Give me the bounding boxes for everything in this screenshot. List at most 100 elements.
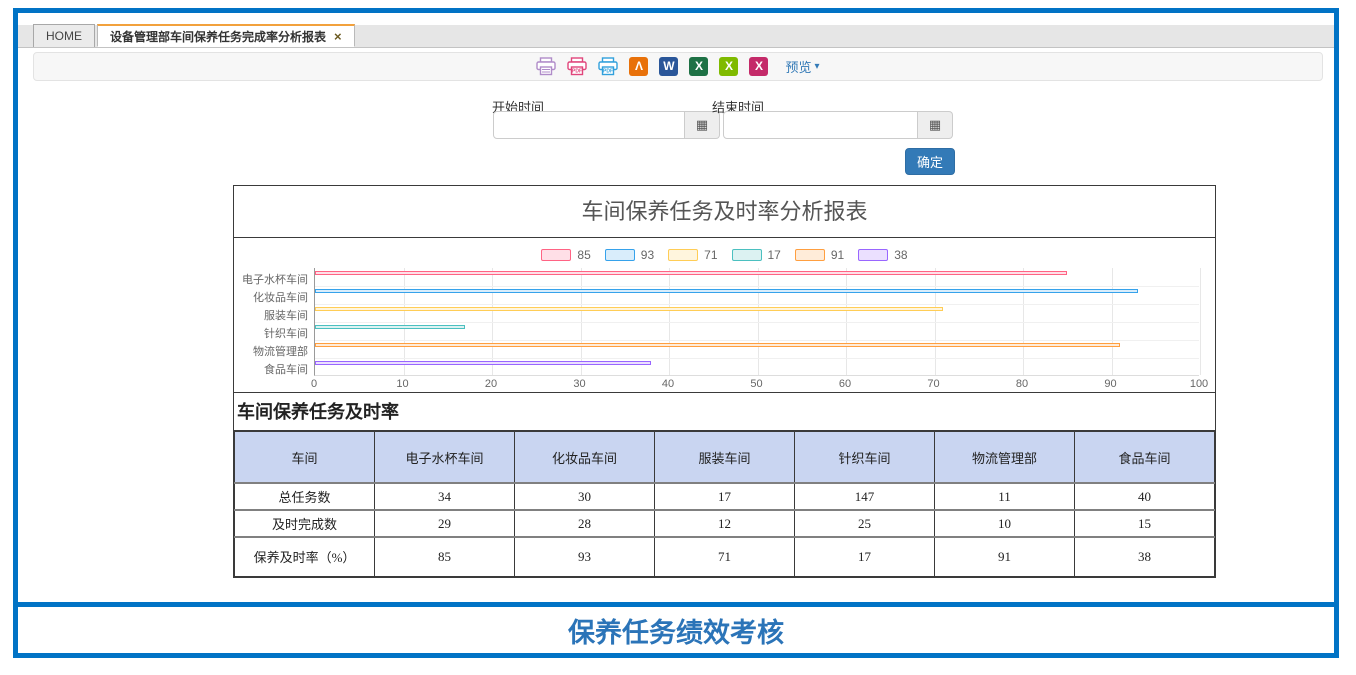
print-pdf-pink-icon[interactable]: PDF bbox=[567, 57, 587, 76]
table-row: 保养及时率（%）859371179138 bbox=[235, 537, 1215, 576]
report-table: 车间电子水杯车间化妆品车间服装车间针织车间物流管理部食品车间总任务数343017… bbox=[234, 430, 1215, 577]
section-title: 车间保养任务及时率 bbox=[234, 392, 1215, 430]
export-word-icon[interactable]: W bbox=[659, 57, 678, 76]
x-tick-label: 40 bbox=[662, 378, 674, 390]
export-excel2-icon[interactable]: X bbox=[719, 57, 738, 76]
table-header-cell: 电子水杯车间 bbox=[375, 431, 515, 483]
category-label: 食品车间 bbox=[264, 363, 308, 377]
chart-bar bbox=[315, 271, 1067, 275]
table-header-cell: 针织车间 bbox=[795, 431, 935, 483]
x-tick-label: 60 bbox=[839, 378, 851, 390]
legend-item[interactable]: 93 bbox=[605, 248, 654, 262]
table-cell: 91 bbox=[935, 537, 1075, 576]
legend-swatch bbox=[668, 249, 698, 261]
table-cell: 71 bbox=[655, 537, 795, 576]
x-tick-label: 70 bbox=[927, 378, 939, 390]
table-cell: 10 bbox=[935, 510, 1075, 537]
row-label-cell: 总任务数 bbox=[235, 483, 375, 510]
table-cell: 17 bbox=[655, 483, 795, 510]
x-tick-label: 50 bbox=[750, 378, 762, 390]
x-tick-label: 10 bbox=[396, 378, 408, 390]
table-header-cell: 食品车间 bbox=[1075, 431, 1215, 483]
legend-value: 71 bbox=[704, 248, 717, 262]
table-cell: 15 bbox=[1075, 510, 1215, 537]
legend-item[interactable]: 91 bbox=[795, 248, 844, 262]
table-header-row: 车间电子水杯车间化妆品车间服装车间针织车间物流管理部食品车间 bbox=[235, 431, 1215, 483]
x-gridline bbox=[1200, 268, 1201, 375]
tab-home-label: HOME bbox=[46, 29, 82, 43]
end-calendar-button[interactable]: ▦ bbox=[918, 111, 953, 139]
preview-dropdown[interactable]: 预览 ▾ bbox=[785, 57, 819, 76]
table-header-cell: 车间 bbox=[235, 431, 375, 483]
close-icon[interactable]: × bbox=[334, 30, 342, 43]
chart-legend: 85 93 71 17 91 38 bbox=[234, 248, 1215, 262]
calendar-icon: ▦ bbox=[696, 117, 708, 133]
table-row: 及时完成数292812251015 bbox=[235, 510, 1215, 537]
table-cell: 40 bbox=[1075, 483, 1215, 510]
tab-report[interactable]: 设备管理部车间保养任务完成率分析报表 × bbox=[97, 24, 355, 47]
legend-value: 85 bbox=[577, 248, 590, 262]
table-header-cell: 物流管理部 bbox=[935, 431, 1075, 483]
chart-bar bbox=[315, 325, 465, 329]
category-label: 物流管理部 bbox=[253, 345, 308, 359]
legend-swatch bbox=[605, 249, 635, 261]
report-title: 车间保养任务及时率分析报表 bbox=[234, 186, 1215, 238]
legend-item[interactable]: 85 bbox=[541, 248, 590, 262]
legend-item[interactable]: 38 bbox=[858, 248, 907, 262]
table-header-cell: 服装车间 bbox=[655, 431, 795, 483]
legend-swatch bbox=[541, 249, 571, 261]
legend-item[interactable]: 71 bbox=[668, 248, 717, 262]
x-tick-label: 20 bbox=[485, 378, 497, 390]
main-content: HOME 设备管理部车间保养任务完成率分析报表 × PDF PDFΛWXXX 预… bbox=[18, 13, 1334, 602]
export-excel-icon[interactable]: X bbox=[689, 57, 708, 76]
chart: 85 93 71 17 91 38 电子水杯车间化妆品车间服装车间针织车间物流管理部食品车… bbox=[234, 238, 1215, 392]
print-pdf-blue-icon[interactable]: PDF bbox=[598, 57, 618, 76]
y-gridline bbox=[315, 304, 1199, 305]
x-tick-label: 80 bbox=[1016, 378, 1028, 390]
x-tick-label: 0 bbox=[311, 378, 317, 390]
legend-item[interactable]: 17 bbox=[732, 248, 781, 262]
legend-swatch bbox=[732, 249, 762, 261]
table-cell: 85 bbox=[375, 537, 515, 576]
chart-bar bbox=[315, 289, 1138, 293]
print-icon[interactable] bbox=[536, 57, 556, 76]
toolbar: PDF PDFΛWXXX 预览 ▾ bbox=[33, 52, 1323, 81]
tab-home[interactable]: HOME bbox=[33, 24, 95, 47]
svg-text:PDF: PDF bbox=[572, 69, 582, 75]
x-tick-label: 90 bbox=[1104, 378, 1116, 390]
calendar-icon: ▦ bbox=[929, 117, 941, 133]
export-pdf-icon[interactable]: Λ bbox=[629, 57, 648, 76]
end-time-input[interactable] bbox=[723, 111, 918, 139]
category-label: 针织车间 bbox=[264, 327, 308, 341]
chevron-down-icon: ▾ bbox=[814, 61, 819, 72]
table-cell: 147 bbox=[795, 483, 935, 510]
legend-value: 93 bbox=[641, 248, 654, 262]
chart-x-axis: 0102030405060708090100 bbox=[314, 378, 1199, 392]
chart-category-labels: 电子水杯车间化妆品车间服装车间针织车间物流管理部食品车间 bbox=[234, 268, 310, 376]
preview-label: 预览 bbox=[785, 57, 811, 76]
page-frame: HOME 设备管理部车间保养任务完成率分析报表 × PDF PDFΛWXXX 预… bbox=[13, 8, 1339, 658]
tab-bar: HOME 设备管理部车间保养任务完成率分析报表 × bbox=[18, 25, 1334, 48]
table-cell: 25 bbox=[795, 510, 935, 537]
report-panel: 车间保养任务及时率分析报表 859371179138 电子水杯车间化妆品车间服装… bbox=[233, 185, 1216, 578]
y-gridline bbox=[315, 322, 1199, 323]
y-gridline bbox=[315, 358, 1199, 359]
category-label: 电子水杯车间 bbox=[242, 273, 308, 287]
export-excel3-icon[interactable]: X bbox=[749, 57, 768, 76]
table-cell: 30 bbox=[515, 483, 655, 510]
category-label: 服装车间 bbox=[264, 309, 308, 323]
legend-swatch bbox=[795, 249, 825, 261]
table-cell: 11 bbox=[935, 483, 1075, 510]
row-label-cell: 及时完成数 bbox=[235, 510, 375, 537]
table-cell: 17 bbox=[795, 537, 935, 576]
table-cell: 34 bbox=[375, 483, 515, 510]
table-cell: 38 bbox=[1075, 537, 1215, 576]
category-label: 化妆品车间 bbox=[253, 291, 308, 305]
legend-value: 91 bbox=[831, 248, 844, 262]
legend-value: 17 bbox=[768, 248, 781, 262]
table-cell: 12 bbox=[655, 510, 795, 537]
confirm-button[interactable]: 确定 bbox=[905, 148, 955, 175]
table-row: 总任务数3430171471140 bbox=[235, 483, 1215, 510]
table-cell: 28 bbox=[515, 510, 655, 537]
start-time-input[interactable] bbox=[493, 111, 685, 139]
